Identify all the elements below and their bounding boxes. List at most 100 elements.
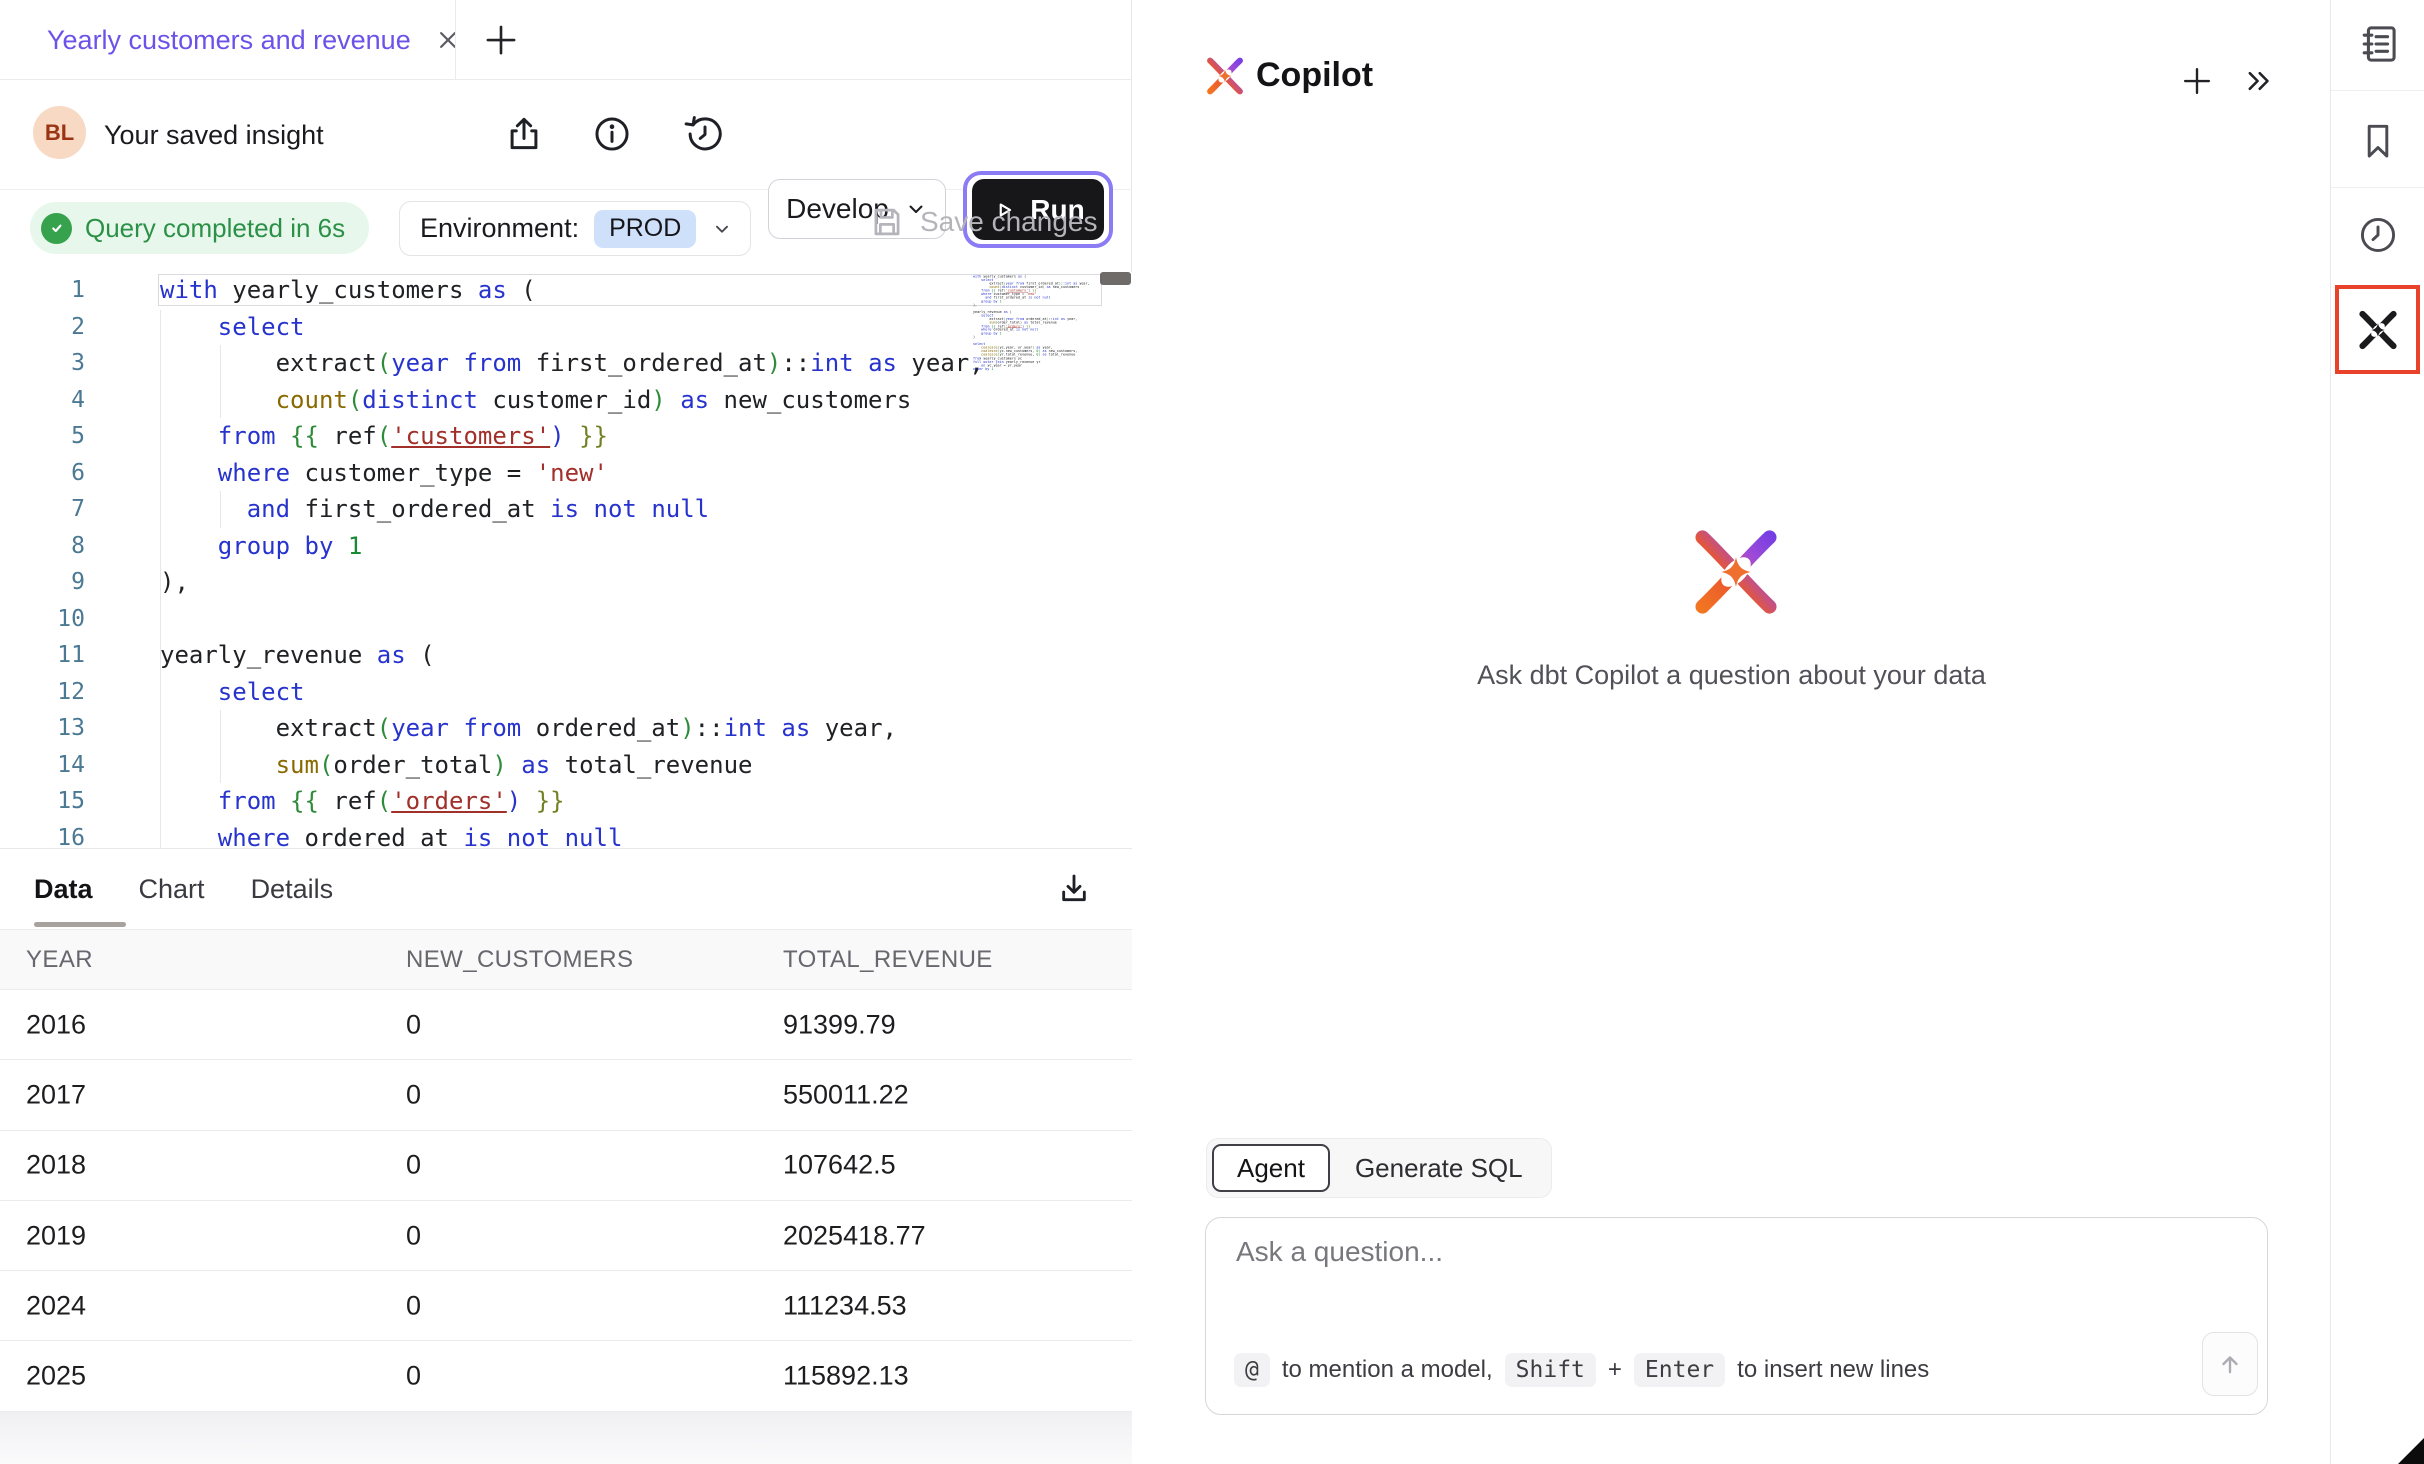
check-icon — [41, 213, 72, 244]
column-header: NEW_CUSTOMERS — [406, 946, 633, 974]
avatar: BL — [33, 106, 86, 159]
table-cell: 2025 — [26, 1361, 86, 1392]
code-line: 14 sum(order_total) as total_revenue — [0, 747, 1000, 784]
input-hint: @ to mention a model, Shift + Enter to i… — [1234, 1353, 1929, 1387]
code-line: 8 group by 1 — [0, 528, 1000, 565]
code-line: 3 extract(year from first_ordered_at)::i… — [0, 345, 1000, 382]
send-button[interactable] — [2202, 1332, 2258, 1396]
question-input[interactable] — [1234, 1234, 2118, 1318]
download-icon[interactable] — [1054, 869, 1094, 909]
collapse-panel-icon[interactable] — [2242, 64, 2276, 98]
table-cell: 2018 — [26, 1150, 86, 1181]
tab-yearly-customers[interactable]: Yearly customers and revenue — [47, 0, 463, 80]
cursor-artifact — [2398, 1438, 2424, 1464]
table-cell: 2025418.77 — [783, 1220, 926, 1251]
editor-minimap[interactable]: with yearly_customers as ( select extrac… — [973, 275, 1103, 845]
code-line: 2 select — [0, 309, 1000, 346]
code-lines: 1with yearly_customers as (2 select3 ext… — [0, 272, 1000, 848]
code-line: 13 extract(year from ordered_at)::int as… — [0, 710, 1000, 747]
table-row: 2016 0 91399.79 — [0, 990, 1132, 1060]
clock-icon[interactable] — [2356, 213, 2400, 257]
copilot-tool-selected[interactable] — [2335, 285, 2420, 374]
new-tab-button[interactable] — [480, 19, 522, 61]
results-tabs: Data Chart Details — [34, 849, 333, 930]
bookmark-icon[interactable] — [2356, 119, 2400, 163]
table-cell: 0 — [406, 1361, 421, 1392]
sql-code-editor[interactable]: 1with yearly_customers as (2 select3 ext… — [0, 272, 1132, 848]
code-line: 5 from {{ ref('customers') }} — [0, 418, 1000, 455]
table-cell: 0 — [406, 1079, 421, 1110]
column-header: YEAR — [26, 946, 93, 974]
copilot-title: Copilot — [1256, 56, 1373, 95]
table-cell: 0 — [406, 1290, 421, 1321]
code-line: 1with yearly_customers as ( — [0, 272, 1000, 309]
tab-title: Yearly customers and revenue — [47, 25, 411, 56]
table-cell: 2016 — [26, 1009, 86, 1040]
table-cell: 0 — [406, 1009, 421, 1040]
code-line: 4 count(distinct customer_id) as new_cus… — [0, 382, 1000, 419]
table-footer — [0, 1412, 1132, 1464]
table-cell: 2017 — [26, 1079, 86, 1110]
table-body: 2016 0 91399.79 2017 0 550011.22 20180107642.5… — [0, 990, 1132, 1412]
right-icon-rail — [2331, 0, 2424, 1464]
environment-label: Environment: — [420, 213, 579, 244]
at-key-badge: @ — [1234, 1353, 1270, 1387]
save-changes-label: Save changes — [920, 206, 1097, 238]
code-line: 6 where customer_type = 'new' — [0, 455, 1000, 492]
hint-plus: + — [1608, 1356, 1622, 1384]
copilot-panel: Copilot Ask dbt Copilot a question about… — [1132, 0, 2331, 1464]
page-title: Your saved insight — [104, 80, 324, 190]
close-icon[interactable] — [433, 25, 463, 55]
table-cell: 111234.53 — [783, 1290, 907, 1321]
table-header-row: YEAR NEW_CUSTOMERS TOTAL_REVENUE — [0, 930, 1132, 990]
table-cell: 2024 — [26, 1290, 86, 1321]
results-tab-details[interactable]: Details — [251, 849, 334, 930]
info-icon[interactable] — [591, 113, 633, 155]
history-icon[interactable] — [684, 113, 726, 155]
results-tab-chart[interactable]: Chart — [139, 849, 205, 930]
enter-key-badge: Enter — [1634, 1353, 1725, 1387]
copilot-input-box: @ to mention a model, Shift + Enter to i… — [1205, 1217, 2268, 1415]
dbt-copilot-logo-icon — [1202, 53, 1248, 99]
results-tab-data[interactable]: Data — [34, 849, 93, 930]
table-cell: 91399.79 — [783, 1009, 896, 1040]
mode-tab-generate-sql[interactable]: Generate SQL — [1332, 1144, 1546, 1192]
insight-toolbar: BL Your saved insight Develop — [0, 80, 1131, 190]
chevron-down-icon — [711, 218, 733, 240]
code-line: 7 and first_ordered_at is not null — [0, 491, 1000, 528]
table-row: 2017 0 550011.22 — [0, 1060, 1132, 1130]
column-header: TOTAL_REVENUE — [783, 946, 993, 974]
code-line: 15 from {{ ref('orders') }} — [0, 783, 1000, 820]
table-cell: 0 — [406, 1220, 421, 1251]
save-changes-button[interactable]: Save changes — [868, 203, 1097, 241]
mode-tab-agent[interactable]: Agent — [1212, 1144, 1330, 1192]
query-status-badge: Query completed in 6s — [30, 202, 369, 254]
dbt-copilot-icon — [2354, 306, 2402, 354]
status-row: Query completed in 6s Environment: PROD … — [0, 190, 1131, 272]
tab-divider — [455, 0, 456, 79]
rail-divider — [2331, 90, 2424, 91]
rail-divider — [2331, 187, 2424, 188]
copilot-mode-tabs: AgentGenerate SQL — [1206, 1138, 1552, 1198]
save-icon — [868, 203, 906, 241]
notebook-icon[interactable] — [2355, 21, 2401, 67]
environment-select[interactable]: Environment: PROD — [399, 201, 751, 256]
environment-value-badge: PROD — [594, 210, 696, 248]
share-icon[interactable] — [503, 113, 545, 155]
table-row: 20180107642.5 — [0, 1131, 1132, 1201]
hint-text-2: to insert new lines — [1737, 1356, 1929, 1384]
code-line: 16 where ordered_at is not null — [0, 820, 1000, 849]
query-panel: Yearly customers and revenue BL Your sav… — [0, 0, 1132, 1464]
tab-bar: Yearly customers and revenue — [0, 0, 1131, 80]
query-status-text: Query completed in 6s — [85, 213, 345, 244]
minimap-content: with yearly_customers as ( select extrac… — [973, 275, 1103, 371]
table-cell: 2019 — [26, 1220, 86, 1251]
code-line: 11yearly_revenue as ( — [0, 637, 1000, 674]
new-chat-icon[interactable] — [2178, 62, 2216, 100]
shift-key-badge: Shift — [1505, 1353, 1596, 1387]
code-line: 9), — [0, 564, 1000, 601]
table-row: 2024 0 111234.53 — [0, 1271, 1132, 1341]
table-row: 2019 0 2025418.77 — [0, 1201, 1132, 1271]
editor-scrollbar-thumb[interactable] — [1100, 272, 1131, 285]
table-cell: 550011.22 — [783, 1079, 909, 1110]
